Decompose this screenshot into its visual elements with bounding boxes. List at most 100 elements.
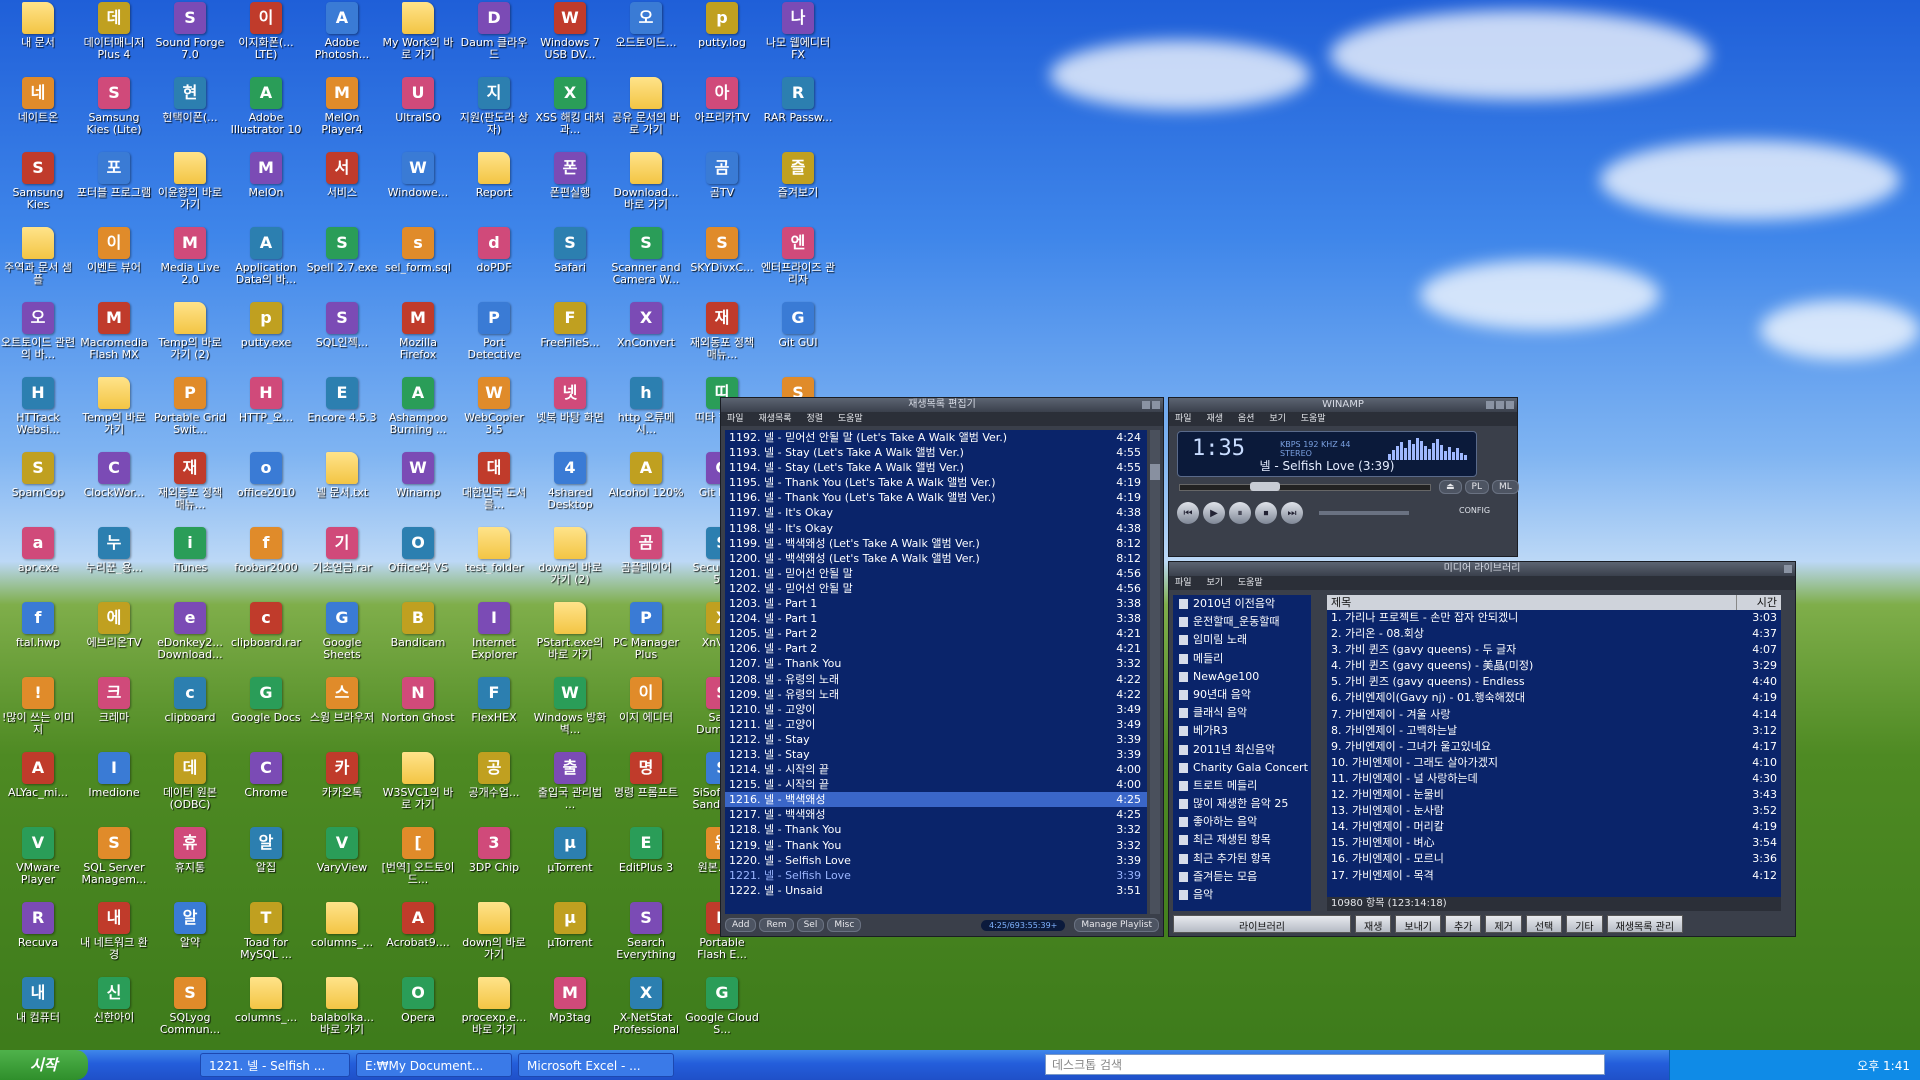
close-icon[interactable] (1506, 401, 1514, 409)
desktop-icon[interactable]: W Windows 7 USB DV... (532, 2, 608, 61)
library-tree-item[interactable]: 2011년 최신음악 (1173, 741, 1311, 759)
play-icon[interactable]: ▶ (1203, 502, 1225, 524)
desktop-icon[interactable]: 넬 문서.txt (304, 452, 380, 499)
playlist-row[interactable]: 1217. 넬 - 백색왜성 4:25 (725, 807, 1147, 822)
library-tree-item[interactable]: 음악 (1173, 886, 1311, 904)
library-row[interactable]: 9. 가비엔제이 - 그녀가 울고있네요 4:17 (1327, 739, 1781, 755)
desktop-icon[interactable]: 3 3DP Chip (456, 827, 532, 874)
playlist-row[interactable]: 1222. 넬 - Unsaid 3:51 (725, 883, 1147, 898)
desktop-icon[interactable]: 스 스윙 브라우저 (304, 677, 380, 724)
desktop-icon[interactable]: V VMware Player (0, 827, 76, 886)
desktop-icon[interactable]: 4 4shared Desktop (532, 452, 608, 511)
library-row[interactable]: 17. 가비엔제이 - 목격 4:12 (1327, 868, 1781, 884)
desktop-icon[interactable]: 넷 넷북 바탕 화면 (532, 377, 608, 424)
desktop-icon[interactable]: f ftal.hwp (0, 602, 76, 649)
desktop-icon[interactable]: R RAR Passw... (760, 77, 836, 124)
playlist-row[interactable]: 1210. 넬 - 고양이 3:49 (725, 702, 1147, 717)
desktop-icon[interactable]: 공 공개수업... (456, 752, 532, 799)
desktop-icon[interactable]: M Macromedia Flash MX (76, 302, 152, 361)
playlist-row[interactable]: 1199. 넬 - 백색왜성 (Let's Take A Walk 앨범 Ver… (725, 536, 1147, 551)
menu-help[interactable]: 도움말 (1238, 578, 1263, 588)
desktop-icon[interactable]: 출 출입국 관리법 ... (532, 752, 608, 811)
desktop-icon[interactable]: p putty.log (684, 2, 760, 49)
desktop-icon[interactable]: down의 바로 가기 (2) (532, 527, 608, 586)
desktop-icon[interactable]: 서 서비스 (304, 152, 380, 199)
desktop-icon[interactable]: 네 네이트온 (0, 77, 76, 124)
desktop-icon[interactable]: P Portable Grid Swit... (152, 377, 228, 436)
playlist-row[interactable]: 1211. 넬 - 고양이 3:49 (725, 717, 1147, 732)
desktop-icon[interactable]: 이윤향의 바로 가기 (152, 152, 228, 211)
desktop-icon[interactable]: B Bandicam (380, 602, 456, 649)
desktop-icon[interactable]: O Opera (380, 977, 456, 1024)
playlist-row[interactable]: 1218. 넬 - Thank You 3:32 (725, 822, 1147, 837)
desktop-icon[interactable]: W Winamp (380, 452, 456, 499)
library-tree-item[interactable]: 좋아하는 음악 (1173, 813, 1311, 831)
menu-view[interactable]: 보기 (1206, 578, 1223, 588)
library-row[interactable]: 8. 가비엔제이 - 고백하는날 3:12 (1327, 723, 1781, 739)
desktop-icon[interactable]: µ µTorrent (532, 827, 608, 874)
library-tree-item[interactable]: 많이 재생한 음악 25 (1173, 795, 1311, 813)
desktop-icon[interactable]: 명 명령 프롬프트 (608, 752, 684, 799)
library-tree-item[interactable]: 임미림 노래 (1173, 631, 1311, 649)
desktop-icon[interactable]: ! !많이 쓰는 이미지 (0, 677, 76, 736)
desktop-icon[interactable]: My Work의 바로 가기 (380, 2, 456, 61)
desktop-icon[interactable]: A ALYac_mi... (0, 752, 76, 799)
media-library-window[interactable]: 미디어 라이브러리 파일 보기 도움말 2010년 이전음악 운전할때_운동할때 임… (1168, 561, 1796, 937)
desktop-icon[interactable]: X XnConvert (608, 302, 684, 349)
desktop-icon[interactable]: Report (456, 152, 532, 199)
desktop-icon[interactable]: 휴 휴지통 (152, 827, 228, 874)
library-tree-item[interactable]: 최근 재생된 항목 (1173, 831, 1311, 849)
desktop-icon[interactable]: S Search Everything (608, 902, 684, 961)
library-tree-item[interactable]: 메들리 (1173, 650, 1311, 668)
desktop-icon[interactable]: 재 재외동포 정책 매뉴... (684, 302, 760, 361)
library-titlebar[interactable]: 미디어 라이브러리 (1169, 562, 1795, 576)
desktop-icon[interactable]: Temp의 바로 가기 (76, 377, 152, 436)
playlist-row[interactable]: 1207. 넬 - Thank You 3:32 (725, 656, 1147, 671)
add-button[interactable]: 추가 (1445, 915, 1482, 933)
desktop-icon[interactable]: 내내 네트워크 환경 (76, 902, 152, 961)
desktop-icon[interactable]: o office2010 (228, 452, 304, 499)
desktop-icon[interactable]: C Chrome (228, 752, 304, 799)
menu-help[interactable]: 도움말 (1301, 414, 1326, 424)
desktop-icon[interactable]: f foobar2000 (228, 527, 304, 574)
library-tree-item[interactable]: 최근 추가된 항목 (1173, 850, 1311, 868)
playlist-row[interactable]: 1195. 넬 - Thank You (Let's Take A Walk 앨… (725, 475, 1147, 490)
menu-sort[interactable]: 정렬 (806, 414, 823, 424)
menu-file[interactable]: 파일 (727, 414, 744, 424)
desktop-icon[interactable]: µ µTorrent (532, 902, 608, 949)
desktop-icon[interactable]: 기 기초연금.rar (304, 527, 380, 574)
desktop-icon[interactable]: S Sound Forge 7.0 (152, 2, 228, 61)
playlist-scrollbar[interactable] (1150, 430, 1160, 914)
playlist-row[interactable]: 1204. 넬 - Part 1 3:38 (725, 611, 1147, 626)
desktop-icon[interactable]: down의 바로 가기 (456, 902, 532, 961)
menu-options[interactable]: 옵션 (1238, 414, 1255, 424)
desktop-icon[interactable]: D Daum 클라우드 (456, 2, 532, 61)
desktop-icon[interactable]: test_folder (456, 527, 532, 574)
library-row[interactable]: 16. 가비엔제이 - 모르니 3:36 (1327, 851, 1781, 867)
task-explorer[interactable]: E:₩My Document... (356, 1053, 512, 1077)
desktop-icon[interactable]: S SQL Server Managem... (76, 827, 152, 886)
desktop-icon[interactable]: I Imedione (76, 752, 152, 799)
desktop-icon[interactable]: 즐 즐겨보기 (760, 152, 836, 199)
desktop-icon[interactable]: s sel_form.sql (380, 227, 456, 274)
desktop-icon[interactable]: W Windowe... (380, 152, 456, 199)
library-row[interactable]: 1. 가리나 프로젝트 - 손만 잡자 안되겠니 3:03 (1327, 610, 1781, 626)
desktop-icon[interactable]: 내내 컴퓨터 (0, 977, 76, 1024)
desktop-icon[interactable]: 엔 엔터프라이즈 관리자 (760, 227, 836, 286)
playlist-row[interactable]: 1196. 넬 - Thank You (Let's Take A Walk 앨… (725, 490, 1147, 505)
desktop-icon[interactable]: 재 재외동포 정책 매뉴... (152, 452, 228, 511)
playlist-row[interactable]: 1215. 넬 - 시작의 끝 4:00 (725, 777, 1147, 792)
scroll-thumb[interactable] (1150, 464, 1160, 480)
playlist-row[interactable]: 1193. 넬 - Stay (Let's Take A Walk 앨범 Ver… (725, 445, 1147, 460)
desktop-icon[interactable]: G Google Sheets (304, 602, 380, 661)
desktop-icon[interactable]: M MelOn Player4 (304, 77, 380, 136)
library-row[interactable]: 11. 가비엔제이 - 널 사랑하는데 4:30 (1327, 771, 1781, 787)
desktop-icon[interactable]: 오 오트토이드 관련의 바... (0, 302, 76, 361)
desktop-icon[interactable]: 지 지원(판도라 상자) (456, 77, 532, 136)
desktop-icon[interactable]: S SpamCop (0, 452, 76, 499)
desktop-icon[interactable]: R Recuva (0, 902, 76, 949)
desktop-icon[interactable]: M Mozilla Firefox (380, 302, 456, 361)
menu-playlist[interactable]: 재생목록 (758, 414, 791, 424)
library-row[interactable]: 2. 가리온 - 08.회상 4:37 (1327, 626, 1781, 642)
manage-playlist-button[interactable]: Manage Playlist (1074, 918, 1159, 932)
